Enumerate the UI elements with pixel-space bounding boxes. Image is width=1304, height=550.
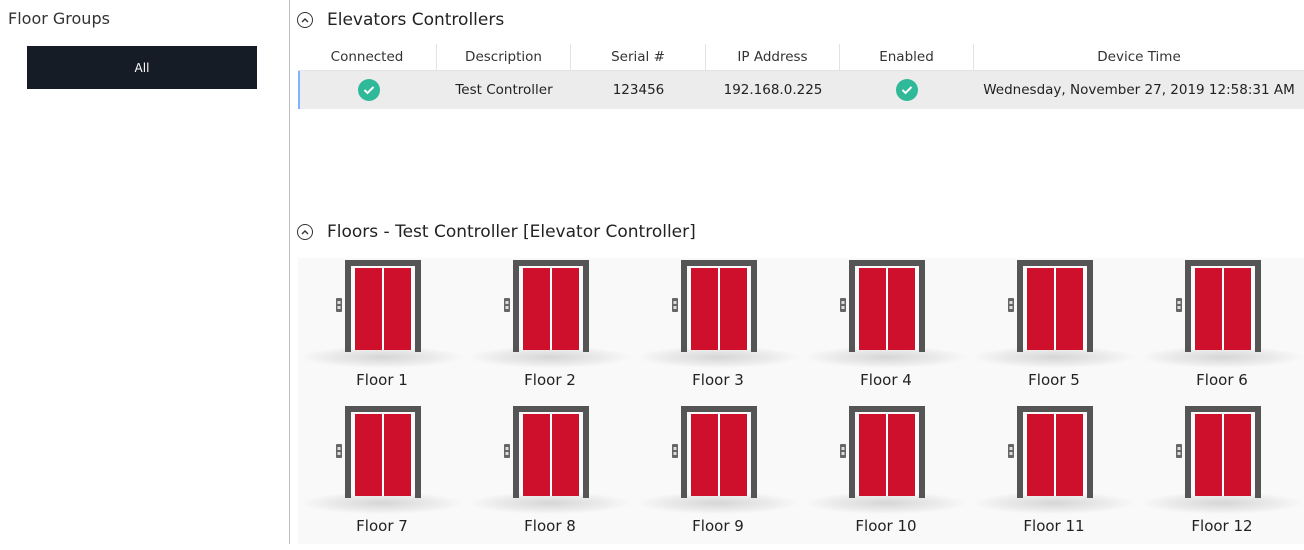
elevator-icon [1008,260,1093,352]
floor-label: Floor 7 [356,517,408,535]
check-circle-icon [896,79,918,101]
column-header-serial[interactable]: Serial # [571,44,706,70]
check-circle-icon [357,79,380,101]
floor-tile[interactable]: Floor 2 [466,258,634,404]
floor-tile[interactable]: Floor 12 [1138,404,1304,550]
floor-label: Floor 4 [860,371,912,389]
elevator-icon [336,406,421,498]
floor-label: Floor 8 [524,517,576,535]
chevron-up-circle-icon[interactable] [297,12,313,28]
controllers-header: Elevators Controllers [297,10,504,30]
elevator-icon [672,260,757,352]
elevator-icon [672,406,757,498]
floor-label: Floor 2 [524,371,576,389]
description-cell: Test Controller [455,82,553,98]
floor-groups-panel: Floor Groups All [0,0,289,544]
elevator-icon [336,260,421,352]
floor-label: Floor 12 [1191,517,1253,535]
floor-tile[interactable]: Floor 9 [634,404,802,550]
floor-label: Floor 3 [692,371,744,389]
floor-tile[interactable]: Floor 10 [802,404,970,550]
floor-tile[interactable]: Floor 11 [970,404,1138,550]
elevator-icon [840,406,925,498]
column-header-connected[interactable]: Connected [298,44,437,70]
floor-tile[interactable]: Floor 6 [1138,258,1304,404]
floor-tile[interactable]: Floor 7 [298,404,466,550]
connected-cell [300,71,437,109]
elevator-icon [504,406,589,498]
elevator-icon [1176,406,1261,498]
table-header: Connected Description Serial # IP Addres… [298,44,1304,71]
floor-tile[interactable]: Floor 8 [466,404,634,550]
floor-label: Floor 6 [1196,371,1248,389]
table-row[interactable]: Test Controller 123456 192.168.0.225 Wed… [298,71,1304,109]
floor-tile[interactable]: Floor 4 [802,258,970,404]
enabled-cell [840,71,974,109]
column-header-ip-address[interactable]: IP Address [706,44,840,70]
elevator-icon [1176,260,1261,352]
controllers-table: Connected Description Serial # IP Addres… [298,44,1304,109]
floor-label: Floor 5 [1028,371,1080,389]
controllers-title: Elevators Controllers [327,10,505,30]
floor-tile[interactable]: Floor 3 [634,258,802,404]
panel-divider [289,0,290,544]
elevator-icon [1008,406,1093,498]
floor-label: Floor 10 [855,517,917,535]
floor-tile[interactable]: Floor 5 [970,258,1138,404]
elevator-icon [840,260,925,352]
column-header-enabled[interactable]: Enabled [840,44,974,70]
elevator-icon [504,260,589,352]
floor-tile[interactable]: Floor 1 [298,258,466,404]
floor-groups-title: Floor Groups [8,9,110,28]
floors-header: Floors - Test Controller [Elevator Contr… [297,222,696,242]
serial-cell: 123456 [612,82,665,98]
group-all-button[interactable]: All [27,46,257,89]
floor-label: Floor 11 [1023,517,1085,535]
chevron-up-circle-icon[interactable] [297,224,313,240]
floor-label: Floor 9 [692,517,744,535]
device-time-cell: Wednesday, November 27, 2019 12:58:31 AM [983,82,1295,98]
floor-label: Floor 1 [356,371,408,389]
floors-grid: Floor 1 Floor 2 Floor 3 Floor 4 Floor 5 Floor… [298,258,1304,544]
floors-title: Floors - Test Controller [Elevator Contr… [327,222,696,242]
column-header-device-time[interactable]: Device Time [974,44,1304,70]
ip-address-cell: 192.168.0.225 [723,82,823,98]
column-header-description[interactable]: Description [437,44,571,70]
